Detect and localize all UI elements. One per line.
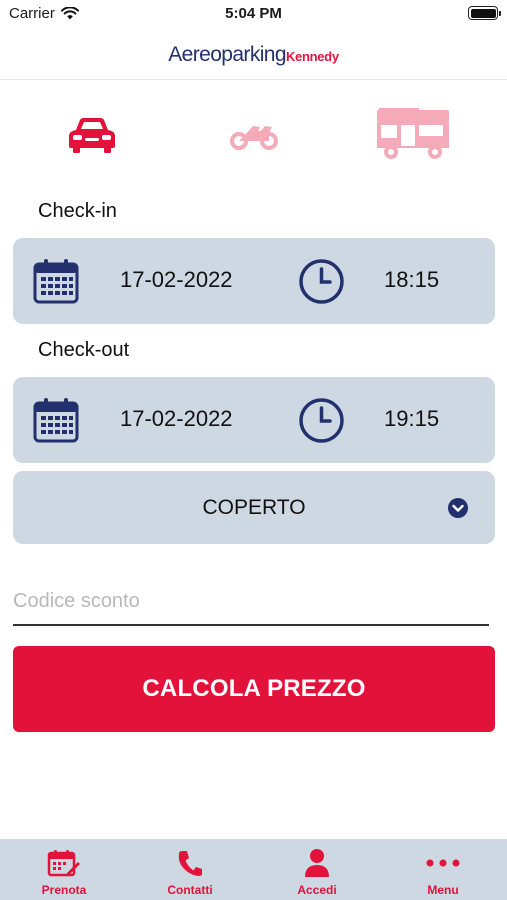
logo-sub-text: Kennedy [285, 48, 339, 64]
chevron-down-icon [448, 498, 468, 518]
tab-contatti[interactable]: Contatti [127, 839, 253, 900]
parking-type-value: COPERTO [202, 496, 306, 519]
checkout-date[interactable]: 17-02-2022 [120, 406, 233, 432]
vehicle-option-camper[interactable] [368, 100, 458, 170]
tab-label: Contatti [167, 883, 213, 897]
vehicle-option-motorcycle[interactable] [214, 100, 294, 170]
vehicle-selector [0, 100, 507, 170]
checkin-datetime-panel: 17-02-2022 18:15 [13, 238, 495, 324]
calculate-price-button[interactable]: CALCOLA PREZZO [13, 646, 495, 732]
clock-icon[interactable] [298, 397, 345, 444]
tab-label: Accedi [297, 883, 337, 897]
motorcycle-icon [230, 126, 278, 150]
tab-prenota[interactable]: Prenota [1, 839, 127, 900]
tab-menu[interactable]: Menu [380, 839, 506, 900]
checkout-datetime-panel: 17-02-2022 19:15 [13, 377, 495, 463]
status-time: 5:04 PM [225, 5, 282, 22]
more-dots-icon [426, 859, 460, 867]
battery-icon [468, 6, 501, 20]
app-screen: Carrier 5:04 PM Aereoparking Kennedy Che… [0, 0, 507, 900]
camper-icon [377, 108, 449, 159]
checkout-label: Check-out [38, 339, 130, 361]
car-icon [69, 118, 115, 153]
header: Aereoparking Kennedy [0, 30, 507, 80]
clock-icon[interactable] [298, 258, 345, 305]
user-icon [305, 849, 329, 877]
checkin-time[interactable]: 18:15 [384, 267, 439, 293]
discount-code-input[interactable] [13, 578, 489, 626]
status-bar: Carrier 5:04 PM [0, 0, 507, 30]
tab-accedi[interactable]: Accedi [254, 839, 380, 900]
calendar-icon[interactable] [32, 396, 80, 444]
checkout-time[interactable]: 19:15 [384, 406, 439, 432]
logo-main-text: Aereoparking [168, 42, 286, 66]
parking-type-select[interactable]: COPERTO [13, 471, 495, 544]
app-logo: Aereoparking Kennedy [168, 43, 339, 67]
checkin-label: Check-in [38, 200, 117, 222]
phone-icon [178, 851, 202, 876]
calendar-icon[interactable] [32, 257, 80, 305]
vehicle-option-car[interactable] [52, 100, 132, 170]
tab-label: Prenota [41, 883, 87, 897]
checkin-date[interactable]: 17-02-2022 [120, 267, 233, 293]
calendar-edit-icon [47, 850, 80, 877]
tab-label: Menu [427, 883, 459, 897]
tab-bar: Prenota Contatti Accedi Menu [0, 839, 507, 900]
